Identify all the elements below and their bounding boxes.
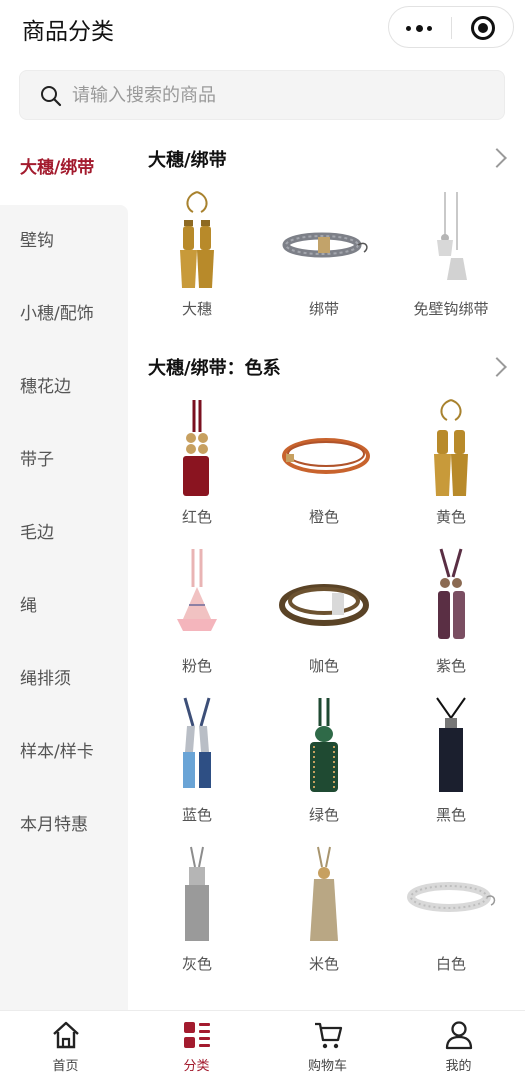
search-input[interactable]: [72, 71, 492, 119]
page-title: 商品分类: [22, 19, 114, 45]
user-icon: [445, 1021, 473, 1050]
product-item[interactable]: 免壁钩绑带: [388, 190, 514, 330]
product-item[interactable]: 大穗: [134, 190, 260, 330]
beige-tassel-image: [310, 846, 338, 941]
home-icon: [53, 1021, 79, 1049]
product-item[interactable]: 红色: [134, 398, 260, 538]
close-target-icon[interactable]: [471, 16, 495, 40]
product-item[interactable]: 白色: [388, 845, 514, 985]
product-label: 黄色: [435, 508, 466, 526]
tab-label: 购物车: [307, 1059, 347, 1074]
tab-profile[interactable]: 我的: [393, 1011, 524, 1080]
sidebar-item-big-tassel[interactable]: 大穗/绑带: [0, 132, 128, 205]
product-label: 米色: [308, 955, 339, 973]
product-label: 免壁钩绑带: [413, 300, 489, 318]
yellow-tassel-image: [434, 399, 468, 496]
orange-rope-image: [282, 438, 370, 474]
tab-label: 我的: [445, 1059, 472, 1074]
nav-header: 商品分类: [0, 0, 525, 56]
product-item[interactable]: 蓝色: [134, 696, 260, 836]
product-item[interactable]: 灰色: [134, 845, 260, 985]
product-label: 大穗: [181, 300, 212, 318]
bottom-tab-bar: 首页 分类 购物车 我的: [0, 1010, 525, 1080]
tab-label: 首页: [52, 1059, 79, 1074]
chevron-right-icon[interactable]: [487, 148, 507, 168]
tab-category[interactable]: 分类: [131, 1011, 262, 1080]
cart-icon: [315, 1022, 343, 1049]
chevron-right-icon[interactable]: [487, 357, 507, 377]
tab-label: 分类: [183, 1059, 210, 1074]
red-tassel-image: [183, 400, 209, 496]
product-item[interactable]: 绑带: [261, 190, 387, 330]
blue-tassel-image: [183, 697, 211, 788]
product-item[interactable]: 粉色: [134, 547, 260, 687]
sidebar-item-samples[interactable]: 样本/样卡: [0, 716, 128, 789]
product-label: 黑色: [435, 806, 466, 824]
product-item[interactable]: 紫色: [388, 547, 514, 687]
product-label: 橙色: [308, 508, 339, 526]
product-label: 红色: [181, 508, 212, 526]
section-title: 大穗/绑带：色系: [148, 358, 281, 379]
grey-tassel-image: [185, 846, 209, 941]
mini-program-capsule: [388, 6, 514, 48]
silver-tassel-tieback-image: [437, 192, 467, 280]
section-title: 大穗/绑带: [148, 150, 227, 171]
sidebar-item-cord[interactable]: 绳: [0, 570, 128, 643]
sidebar-item-wall-hook[interactable]: 壁钩: [0, 205, 128, 278]
sidebar-item-cord-fringe[interactable]: 绳排须: [0, 643, 128, 716]
sidebar-item-ribbon[interactable]: 带子: [0, 424, 128, 497]
product-label: 白色: [435, 955, 466, 973]
category-icon: [184, 1022, 210, 1048]
gold-tassel-image: [180, 191, 214, 288]
category-sidebar: 大穗/绑带 壁钩 小穗/配饰 穗花边 带子 毛边 绳 绳排须 样本/样卡 本月特…: [0, 130, 128, 1010]
sidebar-item-tassel-fringe[interactable]: 穗花边: [0, 351, 128, 424]
more-icon[interactable]: [403, 19, 437, 37]
product-label: 蓝色: [181, 806, 212, 824]
tab-home[interactable]: 首页: [0, 1011, 131, 1080]
product-item[interactable]: 米色: [261, 845, 387, 985]
pink-tassel-image: [177, 549, 217, 631]
product-label: 绑带: [308, 300, 339, 318]
white-rope-image: [407, 882, 496, 912]
brown-rope-image: [279, 584, 369, 626]
capsule-divider: [451, 17, 452, 39]
product-label: 咖色: [308, 657, 339, 675]
product-item[interactable]: 黄色: [388, 398, 514, 538]
sidebar-item-brush-fringe[interactable]: 毛边: [0, 497, 128, 570]
tab-cart[interactable]: 购物车: [262, 1011, 393, 1080]
product-item[interactable]: 黑色: [388, 696, 514, 836]
search-icon: [41, 86, 62, 107]
grey-rope-tieback-image: [282, 232, 368, 258]
category-content: 大穗/绑带 大穗 绑带 免壁钩绑带 大穗/绑带：色系 红色 橙色 黄色 粉色 咖…: [128, 130, 525, 1010]
product-item[interactable]: 绿色: [261, 696, 387, 836]
search-bar[interactable]: [19, 70, 505, 120]
product-item[interactable]: 咖色: [261, 547, 387, 687]
black-tassel-image: [436, 697, 466, 792]
product-label: 灰色: [181, 955, 212, 973]
sidebar-item-small-tassel[interactable]: 小穗/配饰: [0, 278, 128, 351]
product-label: 粉色: [181, 657, 212, 675]
sidebar-item-monthly-deals[interactable]: 本月特惠: [0, 789, 128, 862]
product-label: 绿色: [308, 806, 339, 824]
product-item[interactable]: 橙色: [261, 398, 387, 538]
product-label: 紫色: [435, 657, 466, 675]
green-tassel-image: [310, 698, 338, 792]
purple-tassel-image: [438, 548, 465, 639]
